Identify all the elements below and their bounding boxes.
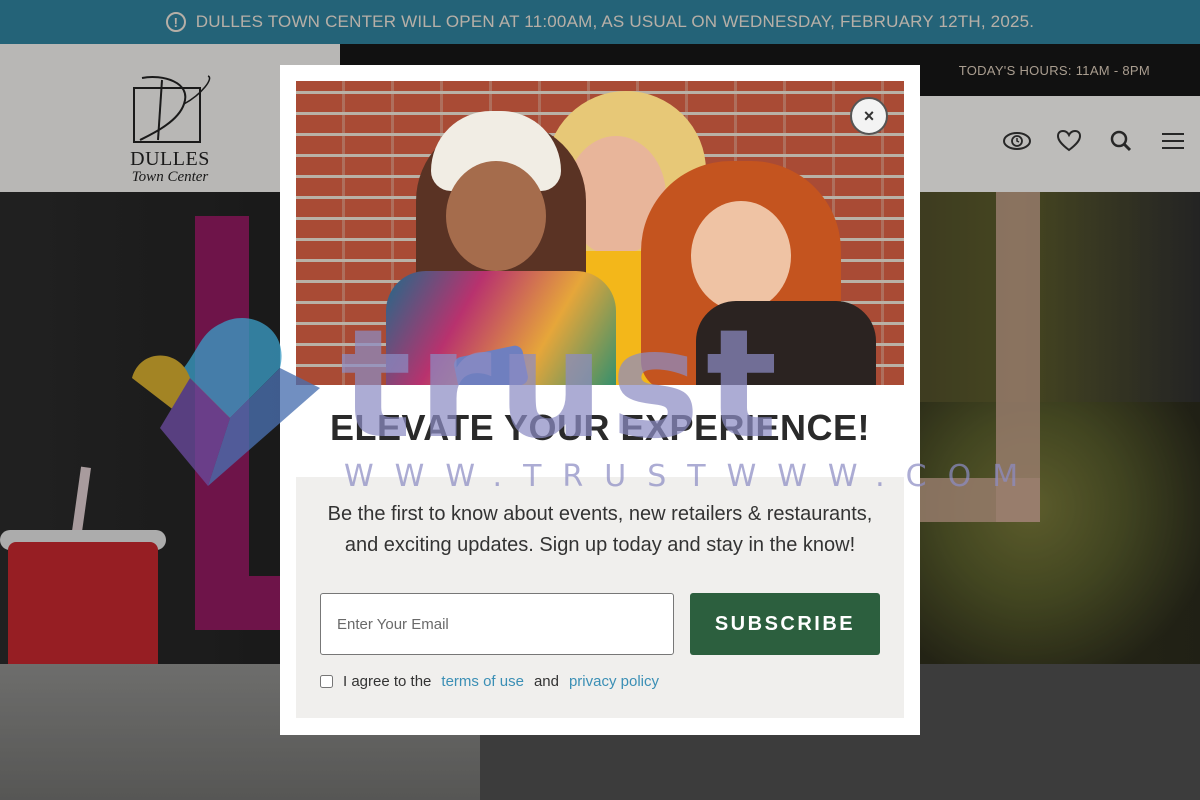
modal-title: ELEVATE YOUR EXPERIENCE! — [329, 407, 871, 448]
subscribe-button[interactable]: SUBSCRIBE — [690, 593, 880, 655]
agree-and: and — [533, 673, 559, 690]
close-button[interactable]: × — [850, 97, 888, 135]
privacy-policy-link[interactable]: privacy policy — [569, 673, 659, 690]
agree-checkbox[interactable] — [320, 675, 333, 688]
newsletter-modal: × ELEVATE YOUR EXPERIENCE! Be the first … — [280, 65, 920, 735]
agree-row: I agree to the terms of use and privacy … — [320, 673, 659, 690]
terms-of-use-link[interactable]: terms of use — [441, 673, 524, 690]
modal-photo — [296, 81, 904, 385]
email-input[interactable] — [320, 593, 674, 655]
modal-description: Be the first to know about events, new r… — [327, 503, 873, 556]
signup-form: Be the first to know about events, new r… — [296, 477, 904, 718]
agree-prefix: I agree to the — [343, 673, 432, 690]
